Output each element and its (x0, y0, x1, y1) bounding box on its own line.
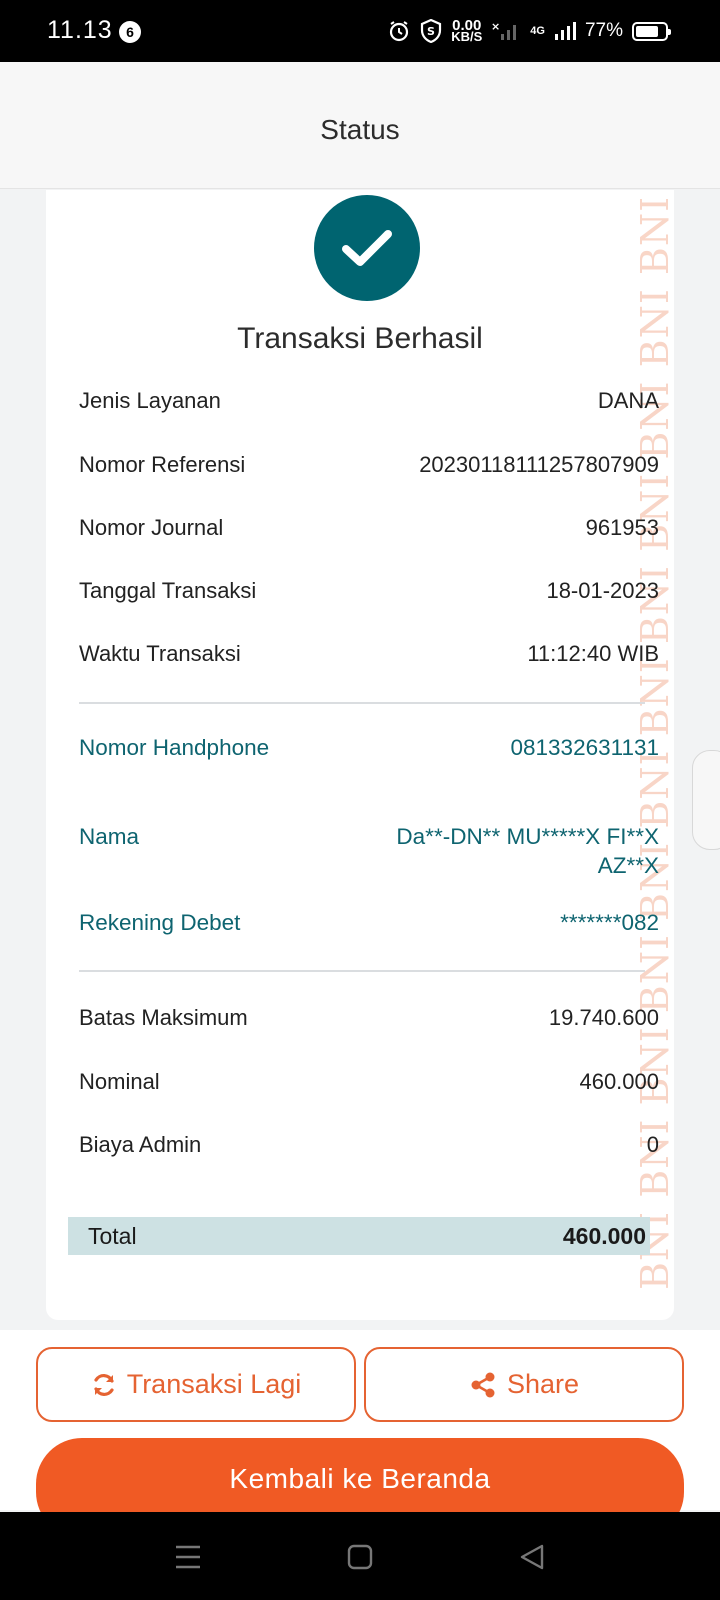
total-row: Total 460.000 (68, 1217, 650, 1255)
system-navigation-bar (0, 1512, 720, 1600)
signal-icon (554, 22, 576, 40)
svg-text:S: S (427, 25, 435, 38)
total-label: Total (88, 1223, 137, 1249)
action-area: Transaksi Lagi Share Kembali ke Beranda (0, 1330, 720, 1538)
wifi-off-signal-icon: × (491, 20, 517, 40)
home-icon[interactable] (340, 1540, 380, 1574)
page-title: Status (320, 114, 400, 145)
section-divider (79, 702, 645, 704)
success-checkmark-icon (314, 195, 420, 301)
status-bar: 11.13 6 S 0.00 KB/S × 4G 77% (0, 0, 720, 62)
edge-panel-handle[interactable] (692, 750, 720, 850)
shield-icon: S (421, 19, 442, 43)
app-header: Status (0, 62, 720, 189)
receipt-card: BNI BNI BNI BNI BNI BNI BNI BNI BNI BNI … (46, 190, 674, 1320)
back-icon[interactable] (512, 1540, 552, 1574)
network-speed: 0.00 KB/S (451, 17, 483, 44)
share-button[interactable]: Share (364, 1347, 684, 1422)
refresh-icon (94, 1373, 114, 1396)
battery-percent: 77% (584, 20, 623, 41)
transaction-result-title: Transaksi Berhasil (237, 322, 483, 355)
share-icon (471, 1372, 495, 1397)
notification-count-badge: 6 (119, 21, 141, 43)
section-divider (79, 970, 645, 972)
share-label: Share (506, 1369, 580, 1399)
battery-icon (632, 21, 671, 41)
recent-apps-icon[interactable] (168, 1540, 208, 1574)
svg-text:×: × (491, 20, 500, 33)
transaction-again-label: Transaksi Lagi (126, 1369, 302, 1399)
status-time: 11.13 (47, 16, 113, 44)
total-value: 460.000 (562, 1223, 646, 1249)
network-type: 4G (530, 25, 545, 37)
transaction-again-button[interactable]: Transaksi Lagi (36, 1347, 356, 1422)
alarm-icon (390, 21, 409, 42)
